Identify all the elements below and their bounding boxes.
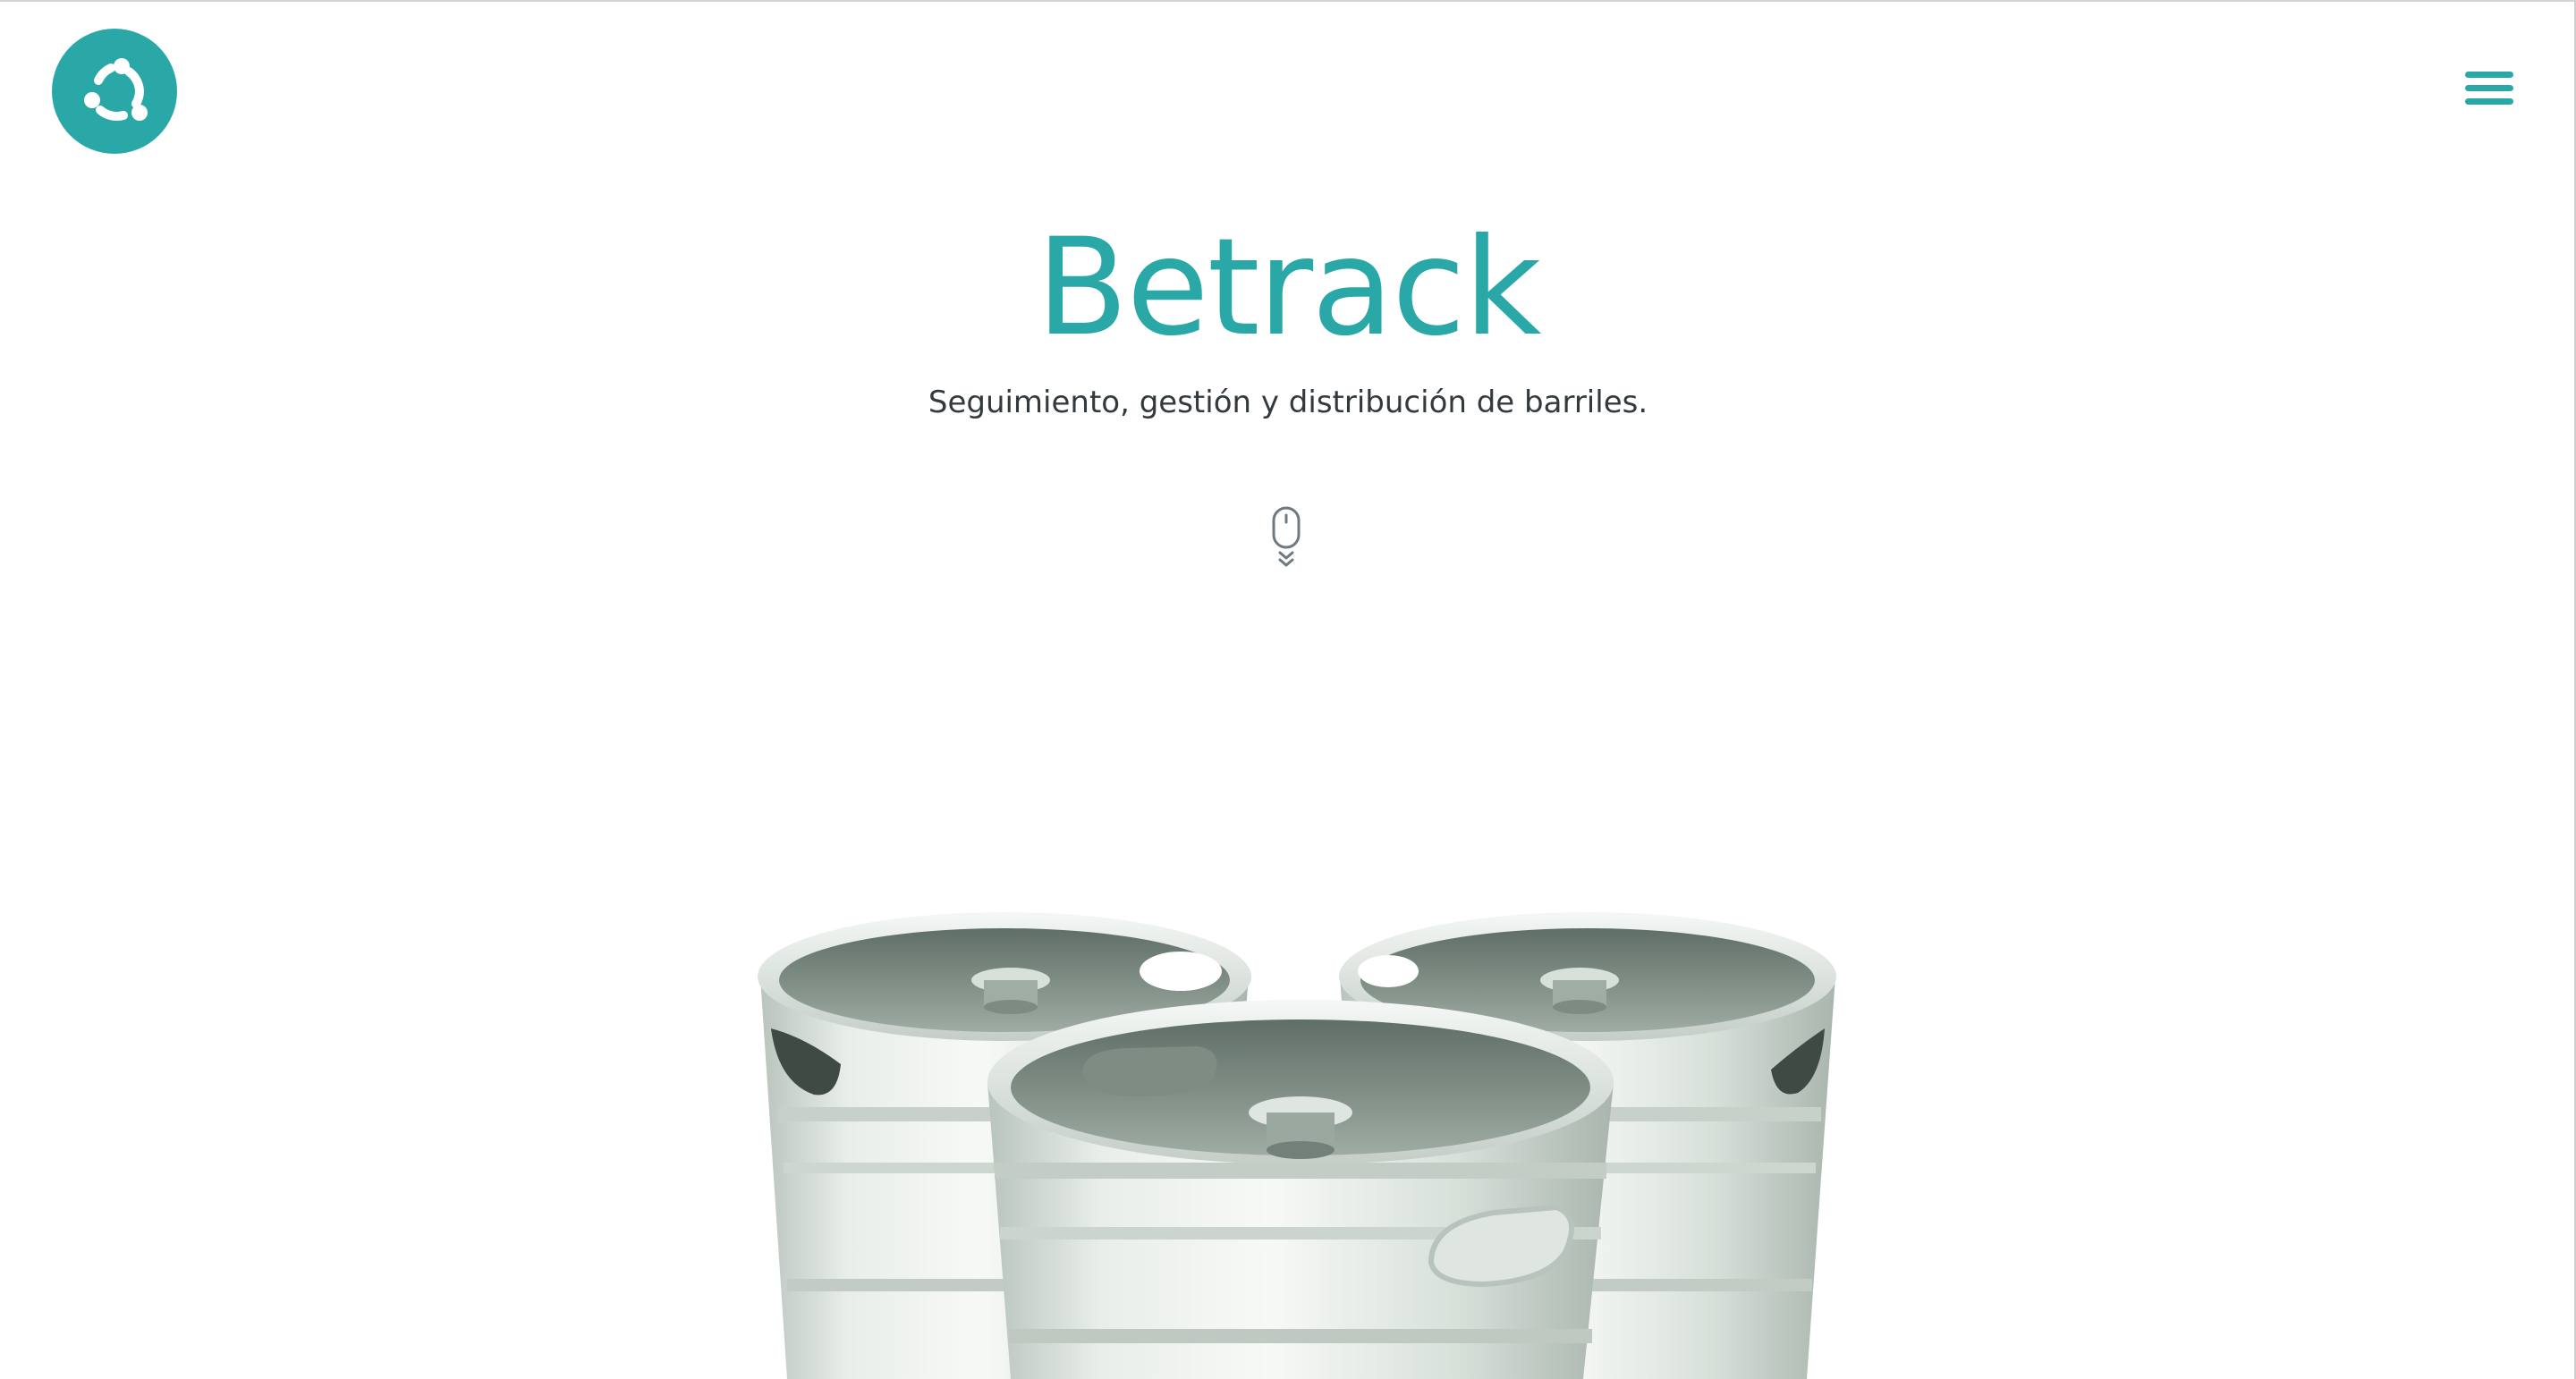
top-border [0, 0, 2576, 2]
menu-bar-bottom [2465, 98, 2513, 105]
scroll-down-button[interactable] [1267, 506, 1306, 571]
share-nodes-icon [52, 29, 177, 154]
menu-bar-middle [2465, 85, 2513, 91]
keg-front [987, 1000, 1614, 1379]
hamburger-menu-button[interactable] [2462, 68, 2517, 113]
page-title: Betrack [1036, 210, 1542, 366]
hero-subtitle: Seguimiento, gestión y distribución de b… [928, 385, 1648, 420]
logo-home-link[interactable] [52, 29, 177, 154]
menu-bar-top [2465, 72, 2513, 78]
page: Betrack Seguimiento, gestión y distribuc… [0, 0, 2576, 1379]
mouse-scroll-down-icon [1267, 506, 1306, 571]
three-beer-kegs-image [751, 894, 1843, 1379]
